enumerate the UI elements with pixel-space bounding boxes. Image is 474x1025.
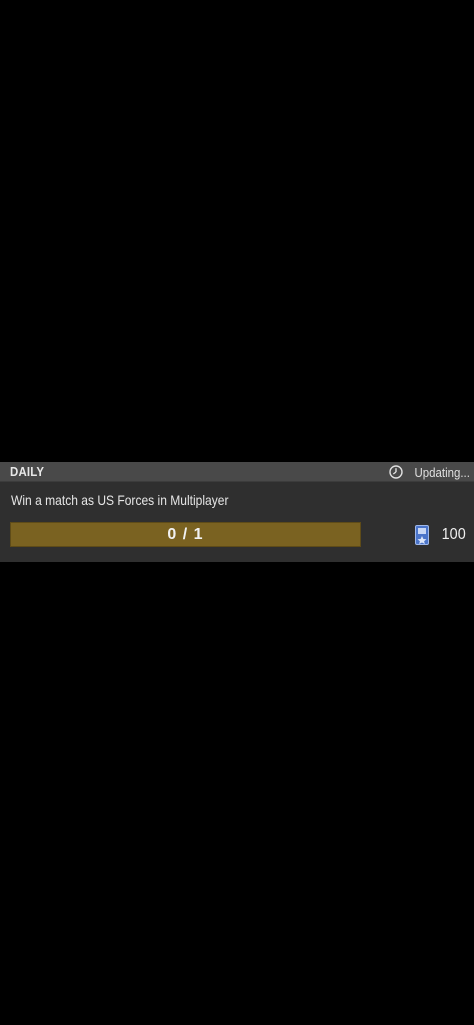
- progress-bar: 0 / 1: [10, 522, 361, 547]
- card-header: DAILY Updating...: [0, 462, 474, 482]
- screen: DAILY Updating... Win a match as US Forc…: [0, 0, 474, 1025]
- challenge-description: Win a match as US Forces in Multiplayer: [11, 492, 229, 508]
- progress-label: 0 / 1: [167, 525, 204, 543]
- medal-icon: [415, 524, 430, 545]
- challenge-category-label: DAILY: [10, 464, 45, 479]
- status-label: Updating...: [414, 464, 470, 480]
- reward-amount: 100: [441, 525, 466, 543]
- update-status: Updating...: [389, 463, 470, 481]
- reward: 100: [415, 522, 466, 547]
- daily-challenge-card[interactable]: DAILY Updating... Win a match as US Forc…: [0, 462, 474, 562]
- clock-icon: [389, 465, 403, 479]
